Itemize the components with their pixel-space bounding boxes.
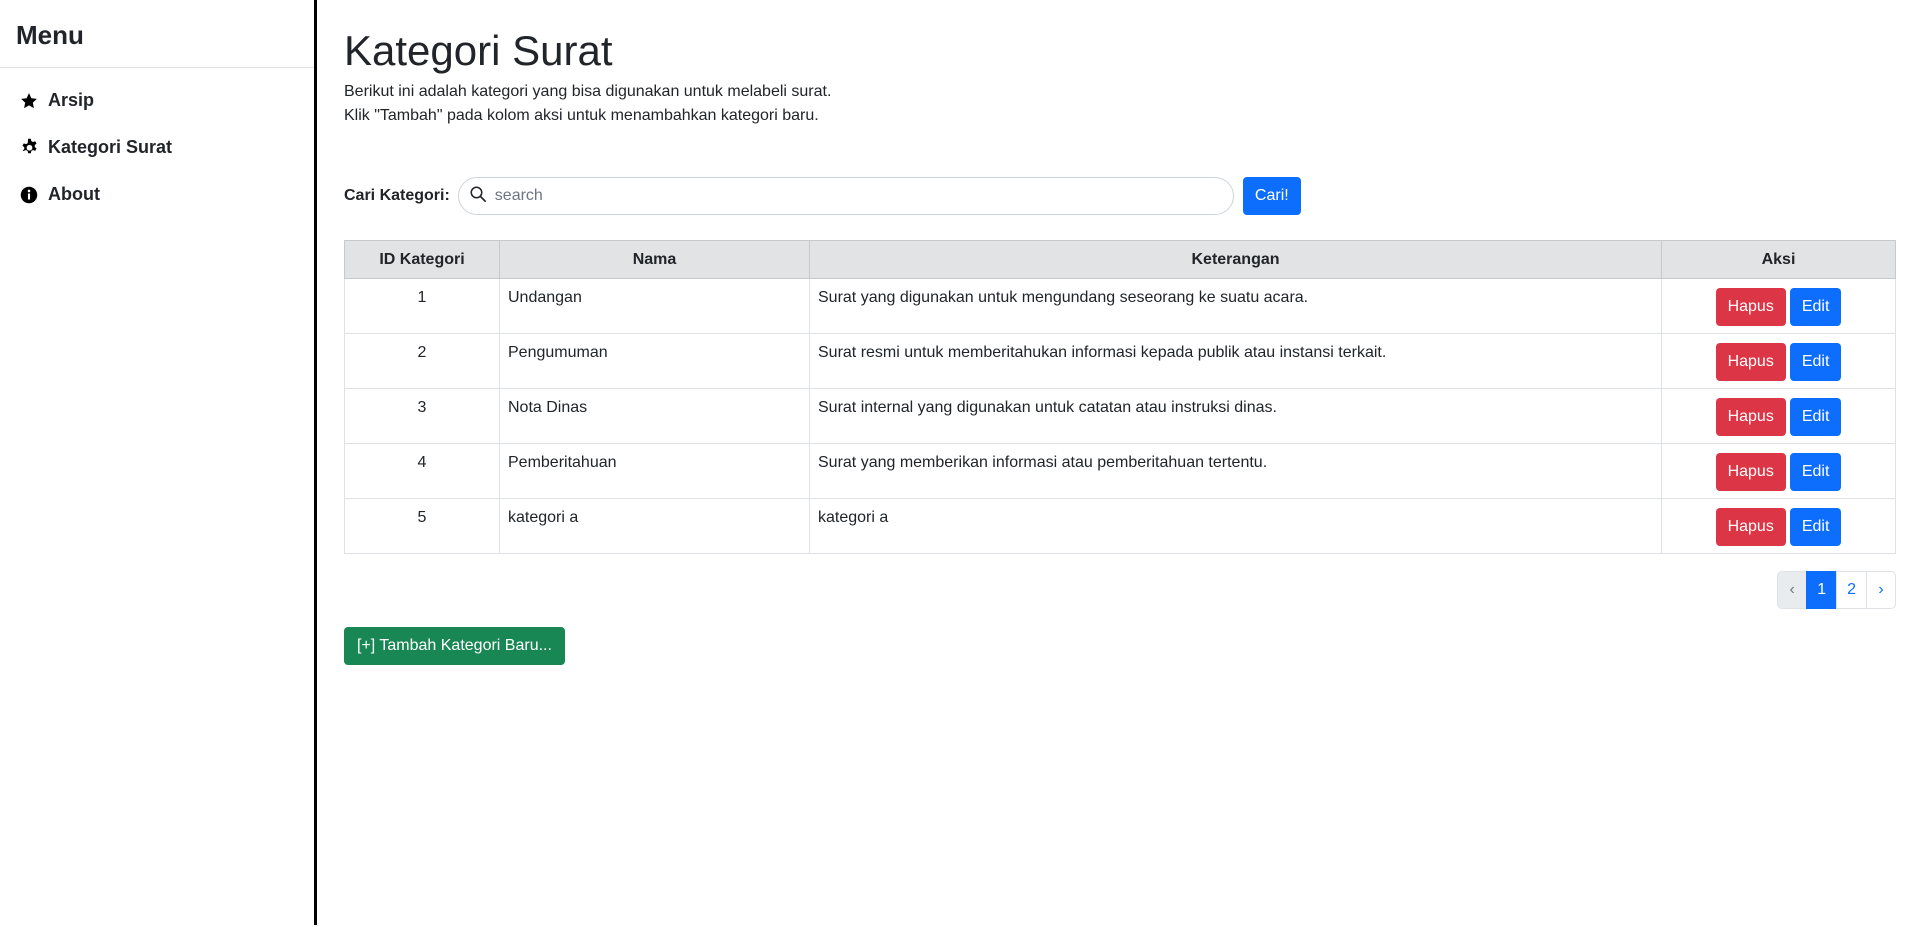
sidebar-item-arsip[interactable]: Arsip [0, 77, 314, 124]
categories-table: ID Kategori Nama Keterangan Aksi 1 Undan… [344, 240, 1896, 554]
pagination-prev[interactable]: ‹ [1777, 571, 1808, 609]
table-row: 5 kategori a kategori a Hapus Edit [344, 498, 1896, 554]
column-header-aksi: Aksi [1661, 240, 1896, 279]
cell-nama: kategori a [499, 498, 810, 554]
sidebar-item-label: About [48, 184, 100, 204]
add-category-button[interactable]: [+] Tambah Kategori Baru... [344, 627, 565, 665]
cell-id: 4 [344, 443, 500, 499]
table-row: 1 Undangan Surat yang digunakan untuk me… [344, 278, 1896, 334]
sidebar-item-label: Kategori Surat [48, 137, 173, 157]
page-description-line1: Berikut ini adalah kategori yang bisa di… [344, 83, 832, 100]
search-icon [469, 185, 487, 208]
cell-keterangan: Surat yang memberikan informasi atau pem… [809, 443, 1662, 499]
cell-id: 5 [344, 498, 500, 554]
edit-button[interactable]: Edit [1789, 508, 1842, 546]
sidebar-nav: Arsip Kategori Surat About [0, 68, 314, 218]
search-label: Cari Kategori: [344, 187, 450, 204]
cell-nama: Undangan [499, 278, 810, 334]
gear-icon [18, 137, 40, 159]
cell-aksi: Hapus Edit [1661, 388, 1896, 444]
table-row: 3 Nota Dinas Surat internal yang digunak… [344, 388, 1896, 444]
column-header-nama: Nama [499, 240, 810, 279]
delete-button[interactable]: Hapus [1715, 453, 1786, 491]
search-button[interactable]: Cari! [1242, 177, 1301, 215]
sidebar-item-about[interactable]: About [0, 171, 314, 218]
cell-aksi: Hapus Edit [1661, 278, 1896, 334]
star-icon [18, 90, 40, 112]
pagination-page-1[interactable]: 1 [1806, 571, 1838, 609]
cell-aksi: Hapus Edit [1661, 443, 1896, 499]
sidebar-item-label: Arsip [48, 90, 95, 110]
delete-button[interactable]: Hapus [1715, 398, 1786, 436]
edit-button[interactable]: Edit [1789, 288, 1842, 326]
cell-id: 3 [344, 388, 500, 444]
pagination: ‹ 1 2 › [344, 571, 1896, 609]
sidebar-title: Menu [0, 0, 314, 68]
delete-button[interactable]: Hapus [1715, 508, 1786, 546]
cell-aksi: Hapus Edit [1661, 498, 1896, 554]
cell-nama: Pengumuman [499, 333, 810, 389]
cell-id: 2 [344, 333, 500, 389]
edit-button[interactable]: Edit [1789, 343, 1842, 381]
sidebar-item-kategori-surat[interactable]: Kategori Surat [0, 124, 314, 171]
cell-aksi: Hapus Edit [1661, 333, 1896, 389]
cell-keterangan: Surat yang digunakan untuk mengundang se… [809, 278, 1662, 334]
delete-button[interactable]: Hapus [1715, 288, 1786, 326]
sidebar: Menu Arsip Kategori Surat About [0, 0, 317, 925]
cell-keterangan: Surat internal yang digunakan untuk cata… [809, 388, 1662, 444]
cell-nama: Nota Dinas [499, 388, 810, 444]
cell-keterangan: Surat resmi untuk memberitahukan informa… [809, 333, 1662, 389]
delete-button[interactable]: Hapus [1715, 343, 1786, 381]
edit-button[interactable]: Edit [1789, 453, 1842, 491]
page-title: Kategori Surat [344, 27, 613, 74]
search-row: Cari Kategori: Cari! [344, 176, 1896, 216]
page-description-line2: Klik "Tambah" pada kolom aksi untuk mena… [344, 107, 819, 124]
cell-nama: Pemberitahuan [499, 443, 810, 499]
search-box [457, 177, 1234, 215]
table-row: 2 Pengumuman Surat resmi untuk memberita… [344, 333, 1896, 389]
search-input[interactable] [494, 187, 1195, 205]
table-row: 4 Pemberitahuan Surat yang memberikan in… [344, 443, 1896, 499]
info-icon [18, 184, 40, 206]
cell-keterangan: kategori a [809, 498, 1662, 554]
column-header-id: ID Kategori [344, 240, 500, 279]
main-content: Kategori Surat Berikut ini adalah katego… [344, 0, 1896, 665]
column-header-keterangan: Keterangan [809, 240, 1662, 279]
edit-button[interactable]: Edit [1789, 398, 1842, 436]
pagination-page-2[interactable]: 2 [1836, 571, 1867, 609]
pagination-next[interactable]: › [1866, 571, 1896, 609]
table-header-row: ID Kategori Nama Keterangan Aksi [344, 240, 1896, 279]
cell-id: 1 [344, 278, 500, 334]
